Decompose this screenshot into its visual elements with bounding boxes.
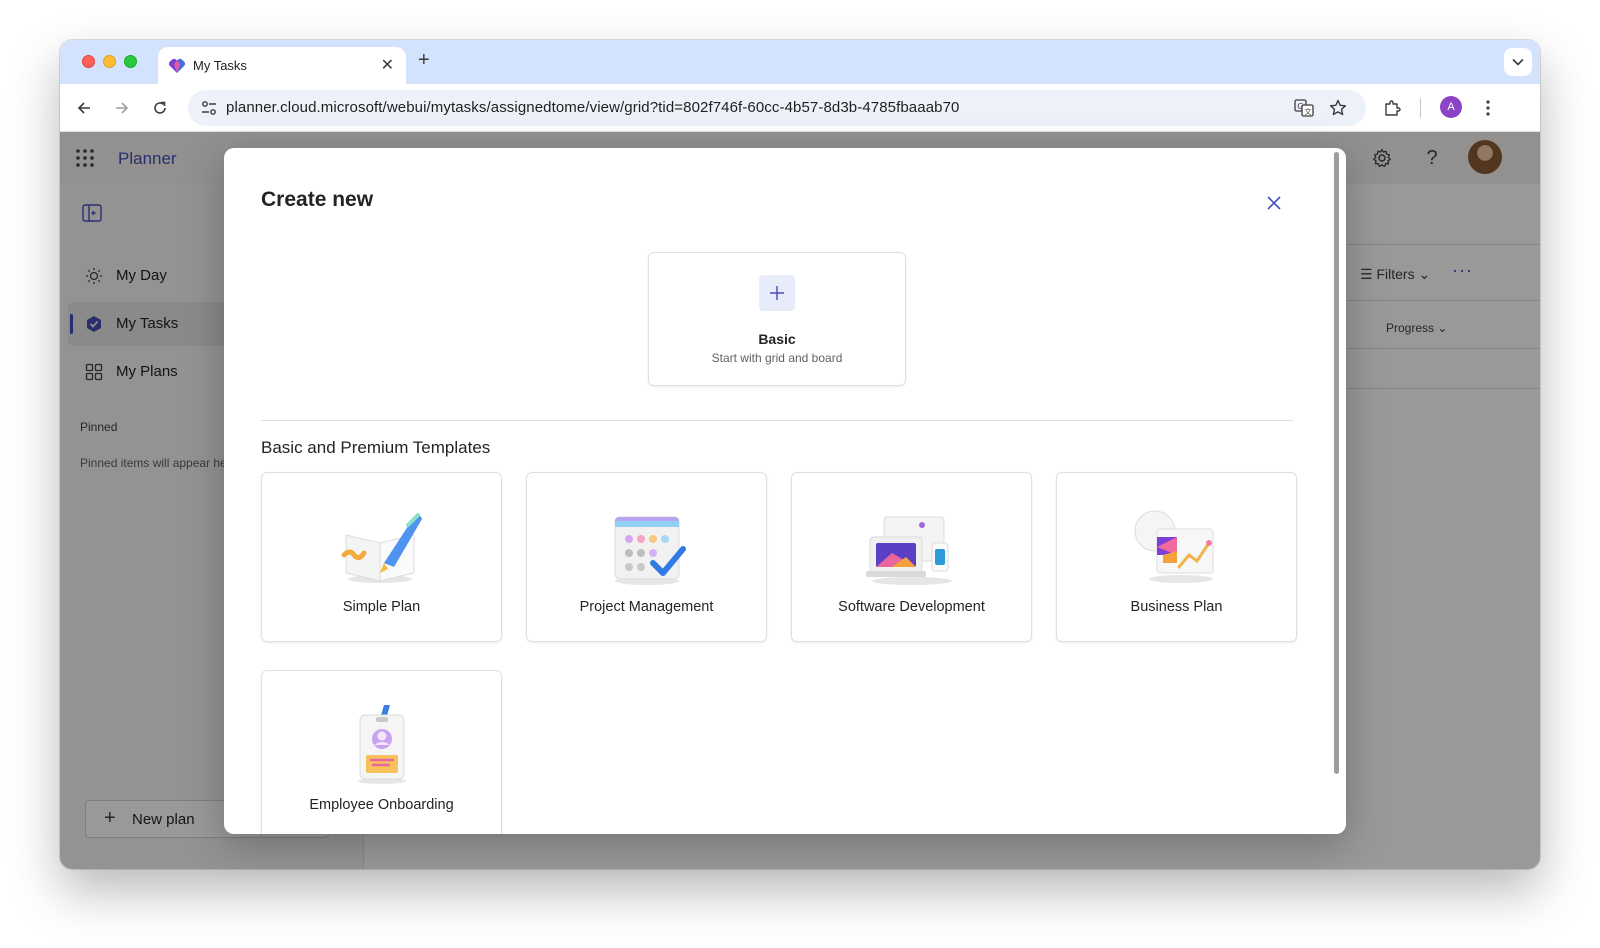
maximize-window-button[interactable]: [124, 55, 137, 68]
bookmark-star-icon[interactable]: [1328, 98, 1348, 118]
new-tab-icon[interactable]: +: [418, 49, 430, 72]
template-card-software-development[interactable]: Software Development: [791, 472, 1032, 642]
basic-card-subtitle: Start with grid and board: [711, 351, 843, 365]
template-label: Simple Plan: [342, 599, 421, 615]
plus-icon: [759, 275, 795, 311]
translate-icon[interactable]: G文: [1294, 98, 1314, 118]
url-text: planner.cloud.microsoft/webui/mytasks/as…: [226, 99, 960, 116]
template-label: Project Management: [579, 599, 714, 615]
site-info-icon[interactable]: [200, 99, 218, 117]
templates-section-title: Basic and Premium Templates: [261, 438, 491, 457]
basic-card-title: Basic: [758, 331, 796, 347]
chevron-down-icon: [1512, 58, 1524, 66]
template-label: Employee Onboarding: [309, 797, 454, 813]
close-tab-icon[interactable]: ✕: [381, 55, 394, 75]
employee-onboarding-illustration-icon: [358, 705, 406, 784]
toolbar-separator: [1420, 98, 1421, 118]
extensions-icon[interactable]: [1380, 96, 1404, 120]
back-icon[interactable]: [72, 96, 96, 120]
browser-toolbar: planner.cloud.microsoft/webui/mytasks/as…: [60, 84, 1540, 132]
forward-icon[interactable]: [110, 96, 134, 120]
template-card-employee-onboarding[interactable]: Employee Onboarding: [261, 670, 502, 834]
tab-title: My Tasks: [193, 58, 247, 73]
template-card-business-plan[interactable]: Business Plan: [1056, 472, 1297, 642]
profile-avatar[interactable]: A: [1440, 96, 1462, 118]
section-divider: [261, 420, 1293, 421]
tab-search-button[interactable]: [1504, 48, 1532, 76]
dialog-title: Create new: [261, 188, 374, 211]
dialog-scrollbar[interactable]: [1334, 152, 1339, 774]
minimize-window-button[interactable]: [103, 55, 116, 68]
template-card-project-management[interactable]: Project Management: [526, 472, 767, 642]
browser-tab-my-tasks[interactable]: My Tasks ✕: [158, 47, 406, 84]
basic-plan-card[interactable]: Basic Start with grid and board: [648, 252, 906, 386]
template-label: Business Plan: [1130, 599, 1223, 615]
simple-plan-illustration-icon: [341, 513, 422, 583]
svg-text:文: 文: [1305, 107, 1312, 116]
planner-favicon-icon: [168, 58, 186, 73]
software-development-illustration-icon: [866, 516, 952, 585]
create-new-dialog: Create new Basic Start with grid and boa…: [224, 148, 1346, 834]
address-bar[interactable]: planner.cloud.microsoft/webui/mytasks/as…: [188, 90, 1366, 126]
business-plan-illustration-icon: [1134, 510, 1214, 583]
template-label: Software Development: [838, 599, 985, 615]
close-icon[interactable]: [1264, 193, 1284, 213]
template-card-simple-plan[interactable]: Simple Plan: [261, 472, 502, 642]
browser-menu-icon[interactable]: [1476, 96, 1500, 120]
tab-strip: My Tasks ✕ +: [60, 40, 1540, 84]
close-window-button[interactable]: [82, 55, 95, 68]
project-management-illustration-icon: [614, 516, 686, 585]
reload-icon[interactable]: [148, 96, 172, 120]
